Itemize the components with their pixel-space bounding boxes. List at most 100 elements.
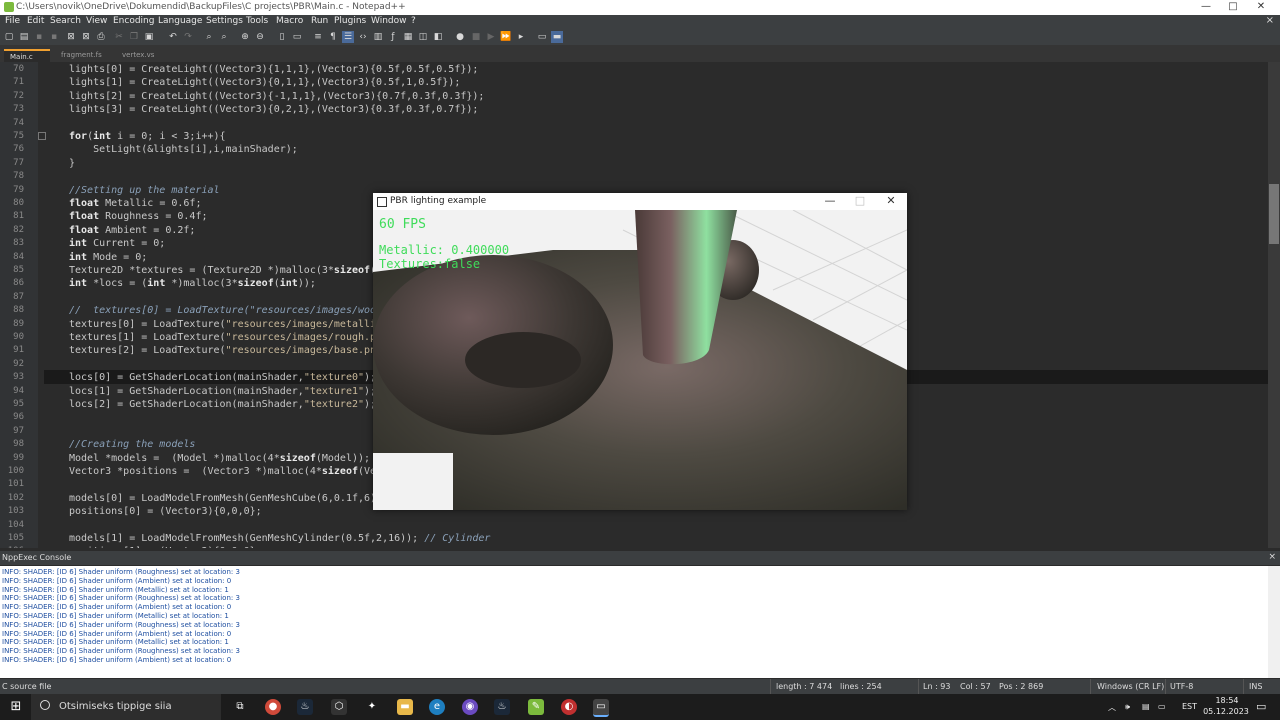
code-line[interactable]: locs[0] = GetShaderLocation(mainShader,"… (69, 372, 376, 383)
menu-tools[interactable]: Tools (246, 16, 268, 26)
menu-search[interactable]: Search (50, 16, 81, 26)
menu-edit[interactable]: Edit (27, 16, 44, 26)
steam-app-icon[interactable]: ♨ (494, 699, 510, 715)
clock-date[interactable]: 05.12.2023 (1201, 707, 1251, 716)
document-map-icon[interactable]: ▥ (372, 31, 384, 43)
code-line[interactable]: float Ambient = 0.2f; (69, 225, 195, 236)
maximize-button[interactable]: □ (1223, 1, 1243, 12)
tab-main-c[interactable]: Main.c (4, 49, 50, 62)
menu-plugins[interactable]: Plugins (334, 16, 366, 26)
code-line[interactable]: Model *models = (Model *)malloc(4*sizeof… (69, 453, 370, 464)
sync-horizontal-icon[interactable]: ▭ (291, 31, 303, 43)
run-macro-multiple-icon[interactable]: ⏩ (500, 31, 512, 43)
menu-run[interactable]: Run (311, 16, 328, 26)
pbr-close-button[interactable]: ✕ (881, 194, 901, 207)
print-icon[interactable]: ⎙ (95, 31, 107, 43)
new-file-icon[interactable]: ▢ (3, 31, 15, 43)
steam-icon[interactable]: ♨ (297, 699, 313, 715)
menu-view[interactable]: View (86, 16, 107, 26)
code-line[interactable]: for(int i = 0; i < 3;i++){ (69, 131, 226, 142)
close-file-icon[interactable]: ⊠ (65, 31, 77, 43)
code-line[interactable]: textures[0] = LoadTexture("resources/ima… (69, 319, 424, 330)
language-indicator[interactable]: EST (1182, 702, 1197, 711)
status-eol[interactable]: Windows (CR LF) (1097, 682, 1164, 691)
fold-marker-icon[interactable] (38, 132, 46, 140)
indent-guide-icon[interactable]: ☰ (342, 31, 354, 43)
code-line[interactable]: //Creating the models (69, 439, 195, 450)
menu-window[interactable]: Window (371, 16, 407, 26)
task-view-icon[interactable]: ⧉ (232, 699, 248, 715)
record-macro-icon[interactable]: ● (454, 31, 466, 43)
code-line[interactable]: SetLight(&lights[i],i,mainShader); (69, 144, 298, 155)
editor-scrollbar[interactable] (1268, 62, 1280, 548)
language-tag-icon[interactable]: ‹› (357, 31, 369, 43)
menu-language[interactable]: Language (158, 16, 202, 26)
tray-chevron-icon[interactable]: ︿ (1108, 702, 1116, 713)
console-toggle-icon[interactable]: ▬ (551, 31, 563, 43)
code-line[interactable]: lights[2] = CreateLight((Vector3){-1,1,1… (69, 91, 484, 102)
tab-vertex-vs[interactable]: vertex.vs (116, 49, 168, 62)
find-icon[interactable]: ⌕ (203, 31, 215, 43)
sync-vertical-icon[interactable]: ▯ (276, 31, 288, 43)
close-document-icon[interactable]: × (1266, 15, 1274, 26)
panel-icon[interactable]: ◧ (432, 31, 444, 43)
open-file-icon[interactable]: ▤ (18, 31, 30, 43)
unity-icon[interactable]: ⬡ (331, 699, 347, 715)
undo-icon[interactable]: ↶ (167, 31, 179, 43)
code-line[interactable]: // textures[0] = LoadTexture("resources/… (69, 305, 424, 316)
cut-icon[interactable]: ✂ (113, 31, 125, 43)
pin-app-icon[interactable]: ✦ (364, 699, 380, 715)
code-line[interactable]: lights[3] = CreateLight((Vector3){0,2,1}… (69, 104, 478, 115)
edge-icon[interactable]: e (429, 699, 445, 715)
spell-check-icon[interactable]: ▭ (536, 31, 548, 43)
copy-icon[interactable]: ❐ (128, 31, 140, 43)
code-line[interactable]: lights[0] = CreateLight((Vector3){1,1,1}… (69, 64, 478, 75)
code-line[interactable]: positions[1] = (Vector3){0,0,0}; (69, 546, 262, 548)
console-scrollbar[interactable] (1268, 566, 1280, 678)
code-line[interactable]: models[0] = LoadModelFromMesh(GenMeshCub… (69, 493, 388, 504)
replace-icon[interactable]: ⌕ (218, 31, 230, 43)
menu-file[interactable]: File (5, 16, 20, 26)
pbr-example-window[interactable]: PBR lighting example — □ ✕ 60 FPS Metall… (373, 193, 907, 510)
code-line[interactable]: models[1] = LoadModelFromMesh(GenMeshCyl… (69, 533, 490, 544)
code-line[interactable]: int Mode = 0; (69, 252, 147, 263)
stop-macro-icon[interactable]: ■ (470, 31, 482, 43)
paste-icon[interactable]: ▣ (143, 31, 155, 43)
pbr-minimize-button[interactable]: — (820, 194, 840, 207)
console-close-button[interactable]: × (1268, 552, 1276, 562)
redo-icon[interactable]: ↷ (182, 31, 194, 43)
folder-as-workspace-icon[interactable]: ▦ (402, 31, 414, 43)
app-taskbar-icon[interactable]: ◐ (561, 699, 577, 715)
menu-macro[interactable]: Macro (276, 16, 303, 26)
tab-fragment-fs[interactable]: fragment.fs (55, 49, 113, 62)
battery-icon[interactable]: ▭ (1158, 702, 1166, 711)
code-line[interactable]: textures[2] = LoadTexture("resources/ima… (69, 345, 400, 356)
clock-time[interactable]: 18:54 (1207, 696, 1247, 705)
code-line[interactable]: textures[1] = LoadTexture("resources/ima… (69, 332, 406, 343)
word-wrap-icon[interactable]: ≡ (312, 31, 324, 43)
minimize-button[interactable]: — (1196, 1, 1216, 12)
menu-encoding[interactable]: Encoding (113, 16, 154, 26)
show-all-chars-icon[interactable]: ¶ (327, 31, 339, 43)
save-all-icon[interactable]: ▪ (48, 31, 60, 43)
notepadpp-taskbar-icon[interactable]: ✎ (528, 699, 544, 715)
zoom-in-icon[interactable]: ⊕ (239, 31, 251, 43)
code-line[interactable]: locs[1] = GetShaderLocation(mainShader,"… (69, 386, 376, 397)
code-line[interactable]: lights[1] = CreateLight((Vector3){0,1,1}… (69, 77, 460, 88)
zoom-out-icon[interactable]: ⊖ (254, 31, 266, 43)
code-line[interactable]: } (69, 158, 75, 169)
code-line[interactable]: locs[2] = GetShaderLocation(mainShader,"… (69, 399, 376, 410)
code-line[interactable]: //Setting up the material (69, 185, 220, 196)
taskbar-search[interactable]: Otsimiseks tippige siia (31, 694, 221, 720)
code-line[interactable]: float Roughness = 0.4f; (69, 211, 207, 222)
nppexec-console[interactable]: INFO: SHADER: [ID 6] Shader uniform (Rou… (0, 566, 1280, 678)
code-line[interactable]: positions[0] = (Vector3){0,0,0}; (69, 506, 262, 517)
menu-settings[interactable]: Settings (206, 16, 243, 26)
pbr-maximize-button[interactable]: □ (850, 194, 870, 207)
volume-icon[interactable]: 🕪 (1125, 702, 1130, 712)
code-line[interactable]: float Metallic = 0.6f; (69, 198, 201, 209)
file-explorer-icon[interactable]: ▬ (397, 699, 413, 715)
code-line[interactable]: Vector3 *positions = (Vector3 *)malloc(4… (69, 466, 424, 477)
code-line[interactable]: int Current = 0; (69, 238, 165, 249)
function-list-icon[interactable]: ƒ (387, 31, 399, 43)
